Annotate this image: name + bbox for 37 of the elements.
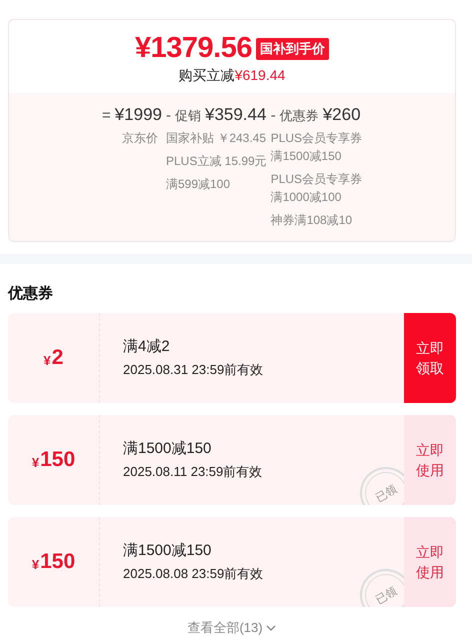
breakdown-detail: 京东价: [122, 130, 158, 147]
breakdown-detail: 满1000减100: [270, 189, 342, 206]
coupon-value: 2: [52, 346, 64, 370]
breakdown-label: 促销: [174, 107, 201, 125]
currency-sign: ¥: [32, 556, 40, 572]
coupon-condition: 满1500减150: [123, 439, 212, 458]
price-tag: 国补到手价: [256, 38, 329, 60]
coupon-value: 150: [40, 448, 76, 472]
final-price: ¥1379.56: [135, 32, 252, 65]
coupon-validity: 2025.08.11 23:59前有效: [123, 463, 264, 481]
operator-sign: -: [270, 107, 276, 124]
breakdown-detail: PLUS会员专享券: [270, 171, 362, 188]
section-title: 优惠券: [8, 284, 54, 303]
operator-sign: =: [102, 107, 111, 124]
coupon-validity: 2025.08.31 23:59前有效: [123, 361, 264, 379]
breakdown-detail: 神券满108减10: [270, 212, 354, 229]
currency-sign: ¥: [44, 352, 51, 368]
coupon-condition: 满4减2: [123, 337, 171, 356]
coupon-condition: 满1500减150: [123, 541, 212, 560]
currency-sign: ¥: [32, 454, 40, 470]
breakdown-detail: 满1500减150: [270, 148, 342, 165]
breakdown-amount: ¥260: [322, 105, 361, 125]
breakdown-label: 优惠券: [280, 107, 319, 125]
view-all-link[interactable]: 查看全部(13): [187, 619, 263, 637]
breakdown-detail: PLUS立减 15.99元: [166, 153, 267, 170]
operator-sign: -: [166, 107, 171, 124]
coupon-validity: 2025.08.08 23:59前有效: [123, 565, 264, 583]
coupon-action-button[interactable]: 立即领取: [404, 313, 456, 403]
coupon-value: 150: [40, 550, 76, 574]
breakdown-detail: 国家补贴 ￥243.45: [166, 130, 267, 147]
breakdown-amount: ¥1999: [114, 105, 162, 125]
breakdown-detail: PLUS会员专享券: [270, 130, 362, 147]
coupon-action-button[interactable]: 立即使用: [404, 415, 456, 505]
coupon-action-button[interactable]: 立即使用: [404, 517, 456, 607]
breakdown-detail: 满599减100: [166, 176, 232, 193]
saving-text: 购买立减¥619.44: [178, 67, 286, 85]
breakdown-amount: ¥359.44: [204, 105, 266, 125]
